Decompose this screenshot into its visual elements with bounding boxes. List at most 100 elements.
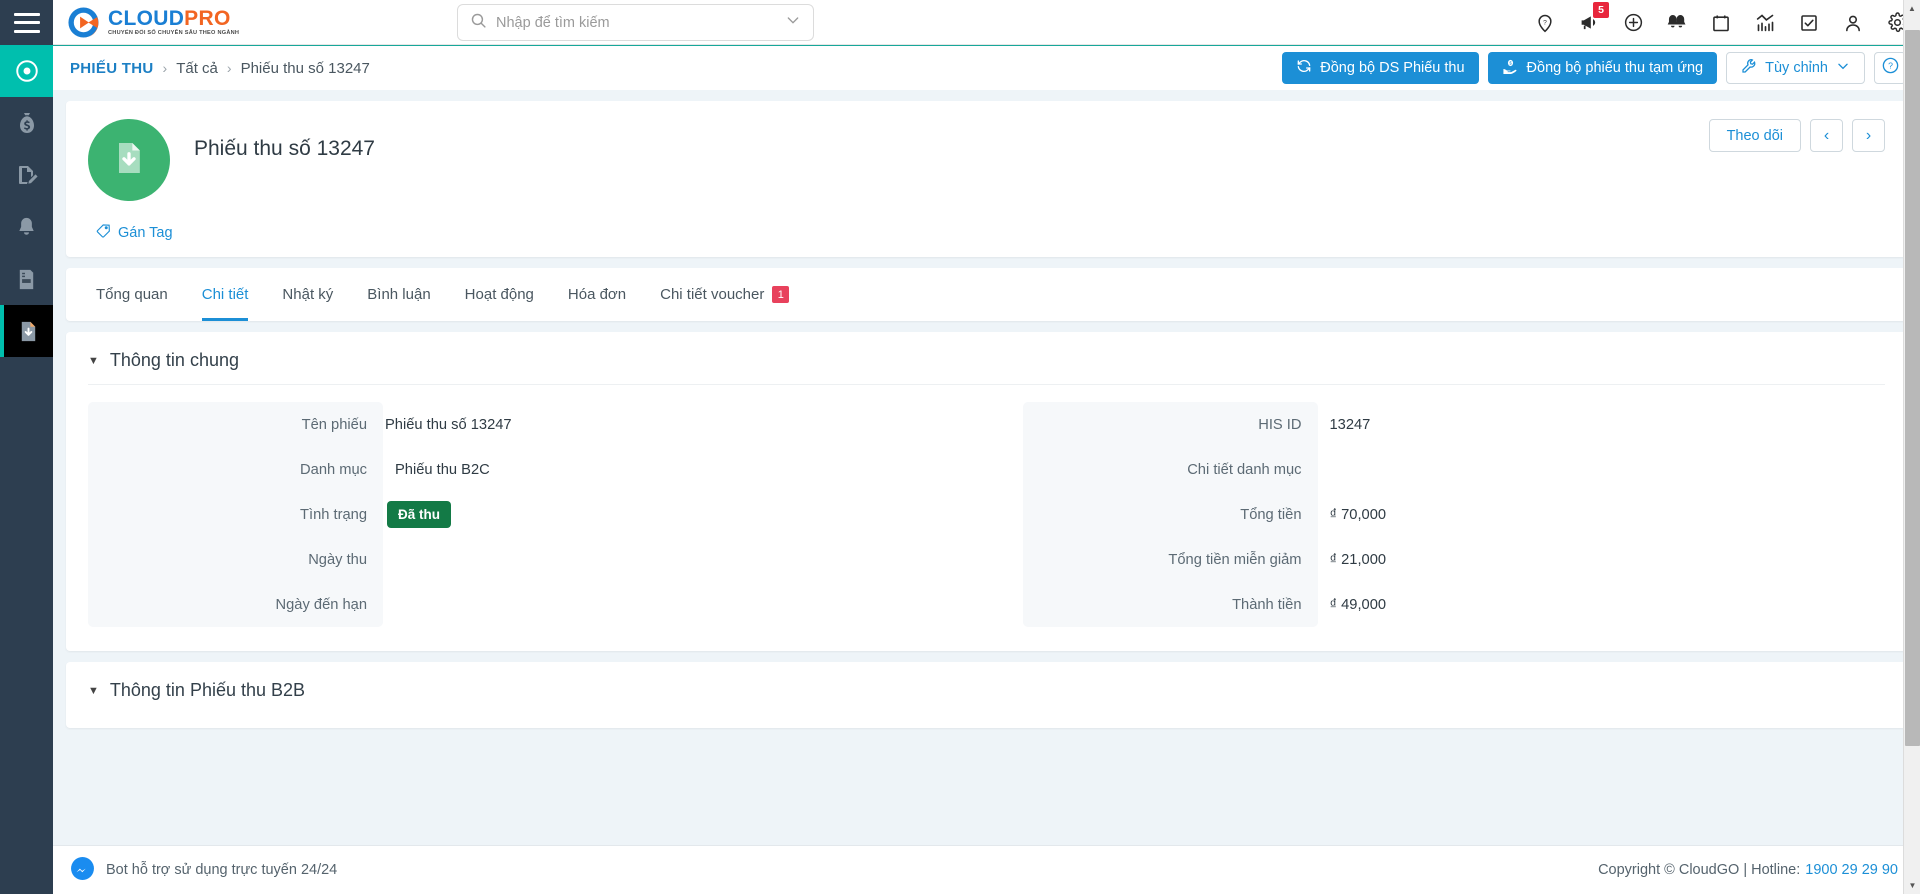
user-icon[interactable] (1842, 12, 1864, 34)
tab-tong-quan[interactable]: Tổng quan (79, 268, 185, 321)
hand-money-icon: $ (1502, 58, 1519, 79)
document-list-icon (15, 268, 38, 291)
breadcrumb-root[interactable]: PHIẾU THU (70, 60, 154, 77)
general-info-card: ▼ Thông tin chung Tên phiếu Phiếu thu số… (66, 332, 1907, 651)
tab-chi-tiet-voucher[interactable]: Chi tiết voucher 1 (643, 268, 806, 321)
breadcrumb: PHIẾU THU › Tất cả › Phiếu thu số 13247 (70, 60, 370, 77)
field-value: Phiếu thu số 13247 (385, 416, 512, 433)
top-navigation-bar: CLOUDPRO CHUYỂN ĐỔI SỐ CHUYÊN SÂU THEO N… (53, 0, 1920, 45)
plus-circle-icon[interactable] (1622, 12, 1644, 34)
field-his-id: HIS ID 13247 (1022, 402, 1886, 447)
field-tong-tien: Tổng tiền ₫ 70,000 (1022, 492, 1886, 537)
field-value[interactable]: Phiếu thu B2C (383, 462, 490, 478)
tab-label: Hóa đơn (567, 286, 627, 303)
bell-icon (15, 216, 38, 239)
hotline-label: Hotline: (1751, 862, 1801, 878)
chevron-down-icon[interactable]: ▼ (88, 355, 99, 367)
field-label: Thành tiền (1022, 582, 1318, 627)
chevron-down-icon[interactable]: ▼ (88, 685, 99, 697)
sidebar-item-invoice[interactable] (0, 253, 53, 305)
chevron-down-icon[interactable] (785, 12, 801, 33)
messenger-icon (70, 856, 95, 885)
global-search[interactable] (457, 4, 814, 41)
customize-label: Tùy chỉnh (1765, 60, 1828, 76)
tab-badge: 1 (772, 286, 790, 303)
brand-text: CLOUDPRO CHUYỂN ĐỔI SỐ CHUYÊN SÂU THEO N… (108, 8, 239, 37)
scroll-down-icon[interactable]: ▼ (1904, 877, 1920, 894)
assign-tag-button[interactable]: Gán Tag (96, 223, 173, 242)
checkbox-task-icon[interactable] (1798, 12, 1820, 34)
section-title: Thông tin chung (109, 350, 239, 370)
breadcrumb-separator-icon: › (162, 60, 168, 76)
sidebar-item-money[interactable] (0, 97, 53, 149)
bells-icon[interactable] (1666, 12, 1688, 34)
sync-advance-receipt-label: Đồng bộ phiếu thu tạm ứng (1526, 60, 1704, 76)
sidebar-item-notification[interactable] (0, 201, 53, 253)
calendar-icon[interactable] (1710, 12, 1732, 34)
tab-label: Chi tiết (201, 286, 249, 303)
tab-label: Chi tiết voucher (660, 286, 765, 303)
field-label: Tổng tiền miễn giảm (1022, 537, 1318, 582)
tab-hoat-dong[interactable]: Hoạt động (448, 268, 551, 321)
field-tong-tien-mien-giam: Tổng tiền miễn giảm ₫ 21,000 (1022, 537, 1886, 582)
previous-record-button[interactable]: ‹ (1810, 119, 1843, 152)
customize-button[interactable]: Tùy chỉnh (1726, 52, 1865, 84)
sync-receipt-list-button[interactable]: Đồng bộ DS Phiếu thu (1282, 52, 1479, 84)
analytics-icon[interactable] (1754, 12, 1776, 34)
sync-receipt-list-label: Đồng bộ DS Phiếu thu (1320, 60, 1465, 76)
tab-hoa-don[interactable]: Hóa đơn (551, 268, 643, 321)
tab-chi-tiet[interactable]: Chi tiết (185, 268, 266, 321)
support-bot-link[interactable]: Bot hỗ trợ sử dụng trực tuyến 24/24 (70, 856, 337, 885)
document-download-icon (17, 320, 40, 343)
megaphone-badge: 5 (1593, 1, 1609, 18)
chevron-down-icon (1836, 59, 1850, 77)
section-title: Thông tin Phiếu thu B2B (109, 680, 306, 700)
sidebar-item-receipt[interactable] (0, 305, 53, 357)
status-badge: Đã thu (387, 501, 451, 528)
svg-text:?: ? (1888, 61, 1893, 71)
help-button[interactable]: ? (1874, 52, 1906, 84)
tab-nhat-ky[interactable]: Nhật ký (265, 268, 350, 321)
page-title: Phiếu thu số 13247 (194, 137, 375, 160)
scroll-up-icon[interactable]: ▲ (1904, 0, 1920, 17)
tab-label: Nhật ký (282, 286, 334, 303)
hamburger-icon[interactable] (13, 12, 40, 33)
target-icon (14, 58, 40, 84)
record-header-card: Phiếu thu số 13247 Gán Tag Theo dõi ‹ › (66, 101, 1907, 257)
page-action-bar: PHIẾU THU › Tất cả › Phiếu thu số 13247 … (53, 45, 1920, 90)
sync-icon (1296, 58, 1312, 78)
copyright-text: Copyright © CloudGO (1598, 862, 1740, 878)
sync-advance-receipt-button[interactable]: $ Đồng bộ phiếu thu tạm ứng (1487, 52, 1718, 84)
breadcrumb-separator-icon: › (226, 60, 232, 76)
location-help-icon[interactable]: ? (1534, 12, 1556, 34)
hotline-number[interactable]: 1900 29 29 90 (1805, 862, 1898, 878)
record-tabs: Tổng quan Chi tiết Nhật ký Bình luận Hoạ… (66, 268, 1907, 321)
tab-label: Hoạt động (464, 286, 534, 303)
field-label: Danh mục (88, 447, 383, 492)
general-info-header: ▼ Thông tin chung (88, 350, 1885, 385)
field-ten-phieu: Tên phiếu Phiếu thu số 13247 (88, 402, 951, 447)
document-download-icon (109, 138, 149, 183)
record-header-actions: Theo dõi ‹ › (1708, 119, 1885, 152)
document-edit-icon (15, 163, 39, 187)
vertical-scrollbar[interactable]: ▲ ▼ (1903, 0, 1920, 894)
topbar-icon-group: ? 5 (1534, 0, 1908, 45)
megaphone-icon[interactable]: 5 (1578, 1, 1609, 34)
field-value: ₫ 70,000 (1329, 506, 1387, 523)
menu-toggle-button[interactable] (0, 0, 53, 45)
next-record-button[interactable]: › (1852, 119, 1885, 152)
field-value: 13247 (1329, 416, 1371, 433)
sidebar-item-quote[interactable] (0, 149, 53, 201)
tab-binh-luan[interactable]: Bình luận (350, 268, 447, 321)
field-label: Ngày đến hạn (88, 582, 383, 627)
scrollbar-thumb[interactable] (1905, 30, 1920, 746)
follow-button[interactable]: Theo dõi (1708, 119, 1801, 152)
breadcrumb-all[interactable]: Tất cả (176, 60, 218, 77)
search-input[interactable] (496, 14, 776, 31)
support-bot-label: Bot hỗ trợ sử dụng trực tuyến 24/24 (106, 862, 338, 878)
field-thanh-tien: Thành tiền ₫ 49,000 (1022, 582, 1886, 627)
sidebar-item-target[interactable] (0, 45, 53, 97)
action-button-group: Đồng bộ DS Phiếu thu $ Đồng bộ phiếu thu… (1282, 52, 1906, 84)
brand-logo[interactable]: CLOUDPRO CHUYỂN ĐỔI SỐ CHUYÊN SÂU THEO N… (53, 6, 239, 39)
field-label: Tình trạng (88, 492, 383, 537)
